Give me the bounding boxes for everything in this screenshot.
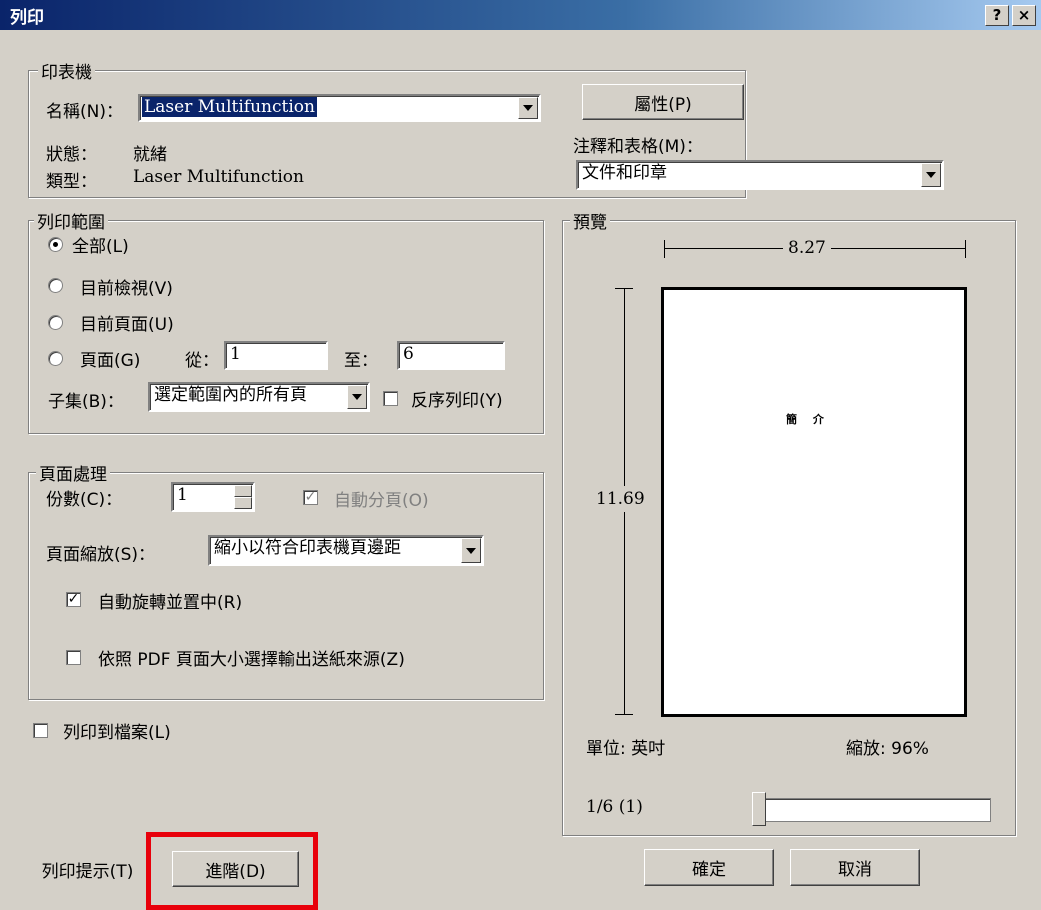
- scaling-value: 縮小以符合印表機頁邊距: [214, 538, 401, 558]
- printer-name-value: Laser Multifunction: [142, 97, 317, 117]
- range-current-page-radio[interactable]: [48, 315, 63, 330]
- comments-label: 注釋和表格(M)：: [573, 137, 703, 157]
- units-label: 單位: 英吋: [586, 739, 666, 759]
- advanced-button-highlight: [146, 832, 318, 910]
- page-handling-legend: 頁面處理: [36, 460, 110, 485]
- printer-name-label: 名稱(N)：: [46, 102, 123, 122]
- help-button[interactable]: ?: [985, 5, 1009, 26]
- spin-down-icon[interactable]: [234, 497, 252, 509]
- collate-checkbox[interactable]: ✓: [303, 490, 318, 505]
- printer-legend: 印表機: [38, 58, 95, 83]
- printer-name-combo[interactable]: Laser Multifunction: [138, 94, 541, 122]
- range-all-label[interactable]: 全部(L): [72, 232, 129, 257]
- height-dimension-tick-top: [615, 288, 633, 289]
- cancel-button[interactable]: 取消: [790, 849, 920, 886]
- width-dimension-tick-right: [965, 240, 966, 258]
- copies-value: 1: [177, 485, 188, 505]
- page-slider-track[interactable]: [758, 798, 991, 822]
- title-bar: [0, 0, 1041, 30]
- preview-height-value: 11.69: [596, 486, 645, 512]
- to-label: 至：: [344, 351, 378, 371]
- print-tips-button[interactable]: 列印提示(T): [28, 852, 147, 886]
- reverse-label[interactable]: 反序列印(Y): [411, 386, 503, 411]
- spin-up-icon[interactable]: [234, 485, 252, 497]
- to-input[interactable]: 6: [397, 341, 505, 370]
- preview-legend: 預覽: [570, 208, 610, 233]
- paper-source-checkbox[interactable]: [66, 650, 81, 665]
- window-title: 列印: [10, 8, 44, 28]
- close-button[interactable]: ×: [1012, 5, 1036, 26]
- properties-button[interactable]: 屬性(P): [582, 84, 744, 120]
- from-label: 從：: [185, 351, 219, 371]
- type-label: 類型：: [46, 172, 97, 192]
- range-pages-label[interactable]: 頁面(G): [80, 346, 140, 371]
- type-value: Laser Multifunction: [133, 167, 304, 187]
- status-value: 就緒: [133, 145, 167, 165]
- copies-input[interactable]: 1: [171, 482, 255, 512]
- scaling-label: 頁面縮放(S)：: [46, 545, 156, 565]
- subset-label: 子集(B)：: [48, 392, 124, 412]
- collate-label[interactable]: 自動分頁(O): [334, 486, 429, 511]
- ok-button[interactable]: 確定: [644, 849, 774, 886]
- zoom-label: 縮放: 96%: [846, 739, 929, 759]
- range-current-view-label[interactable]: 目前檢視(V): [80, 274, 173, 299]
- reverse-checkbox[interactable]: [383, 391, 398, 406]
- comments-combo[interactable]: 文件和印章: [576, 160, 944, 190]
- subset-combo[interactable]: 選定範圍內的所有頁: [148, 382, 370, 412]
- range-current-view-radio[interactable]: [48, 278, 63, 293]
- range-pages-radio[interactable]: [48, 351, 63, 366]
- comments-dropdown-icon[interactable]: [921, 163, 941, 187]
- preview-page-text: 簡 介: [786, 413, 830, 426]
- comments-value: 文件和印章: [582, 163, 667, 183]
- width-dimension-tick-left: [664, 240, 665, 258]
- subset-value: 選定範圍內的所有頁: [154, 385, 307, 405]
- subset-dropdown-icon[interactable]: [347, 385, 367, 409]
- page-counter: 1/6 (1): [586, 797, 643, 817]
- range-current-page-label[interactable]: 目前頁面(U): [80, 310, 174, 335]
- range-all-radio[interactable]: [48, 237, 63, 252]
- status-label: 狀態：: [46, 145, 97, 165]
- autorotate-label[interactable]: 自動旋轉並置中(R): [98, 588, 242, 613]
- print-range-legend: 列印範圍: [34, 208, 108, 233]
- scaling-dropdown-icon[interactable]: [461, 538, 481, 563]
- autorotate-checkbox[interactable]: ✓: [66, 592, 81, 607]
- paper-source-label[interactable]: 依照 PDF 頁面大小選擇輸出送紙來源(Z): [98, 645, 405, 670]
- scaling-combo[interactable]: 縮小以符合印表機頁邊距: [208, 535, 484, 566]
- from-input[interactable]: 1: [224, 341, 328, 370]
- copies-spinner[interactable]: [234, 485, 252, 509]
- preview-width-value: 8.27: [783, 238, 831, 258]
- print-to-file-label[interactable]: 列印到檔案(L): [63, 718, 171, 743]
- printer-name-dropdown-icon[interactable]: [518, 97, 538, 119]
- height-dimension-tick-bottom: [615, 714, 633, 715]
- print-to-file-checkbox[interactable]: [33, 723, 48, 738]
- page-slider-thumb[interactable]: [752, 792, 766, 826]
- preview-page: [661, 287, 967, 717]
- copies-label: 份數(C)：: [46, 490, 123, 510]
